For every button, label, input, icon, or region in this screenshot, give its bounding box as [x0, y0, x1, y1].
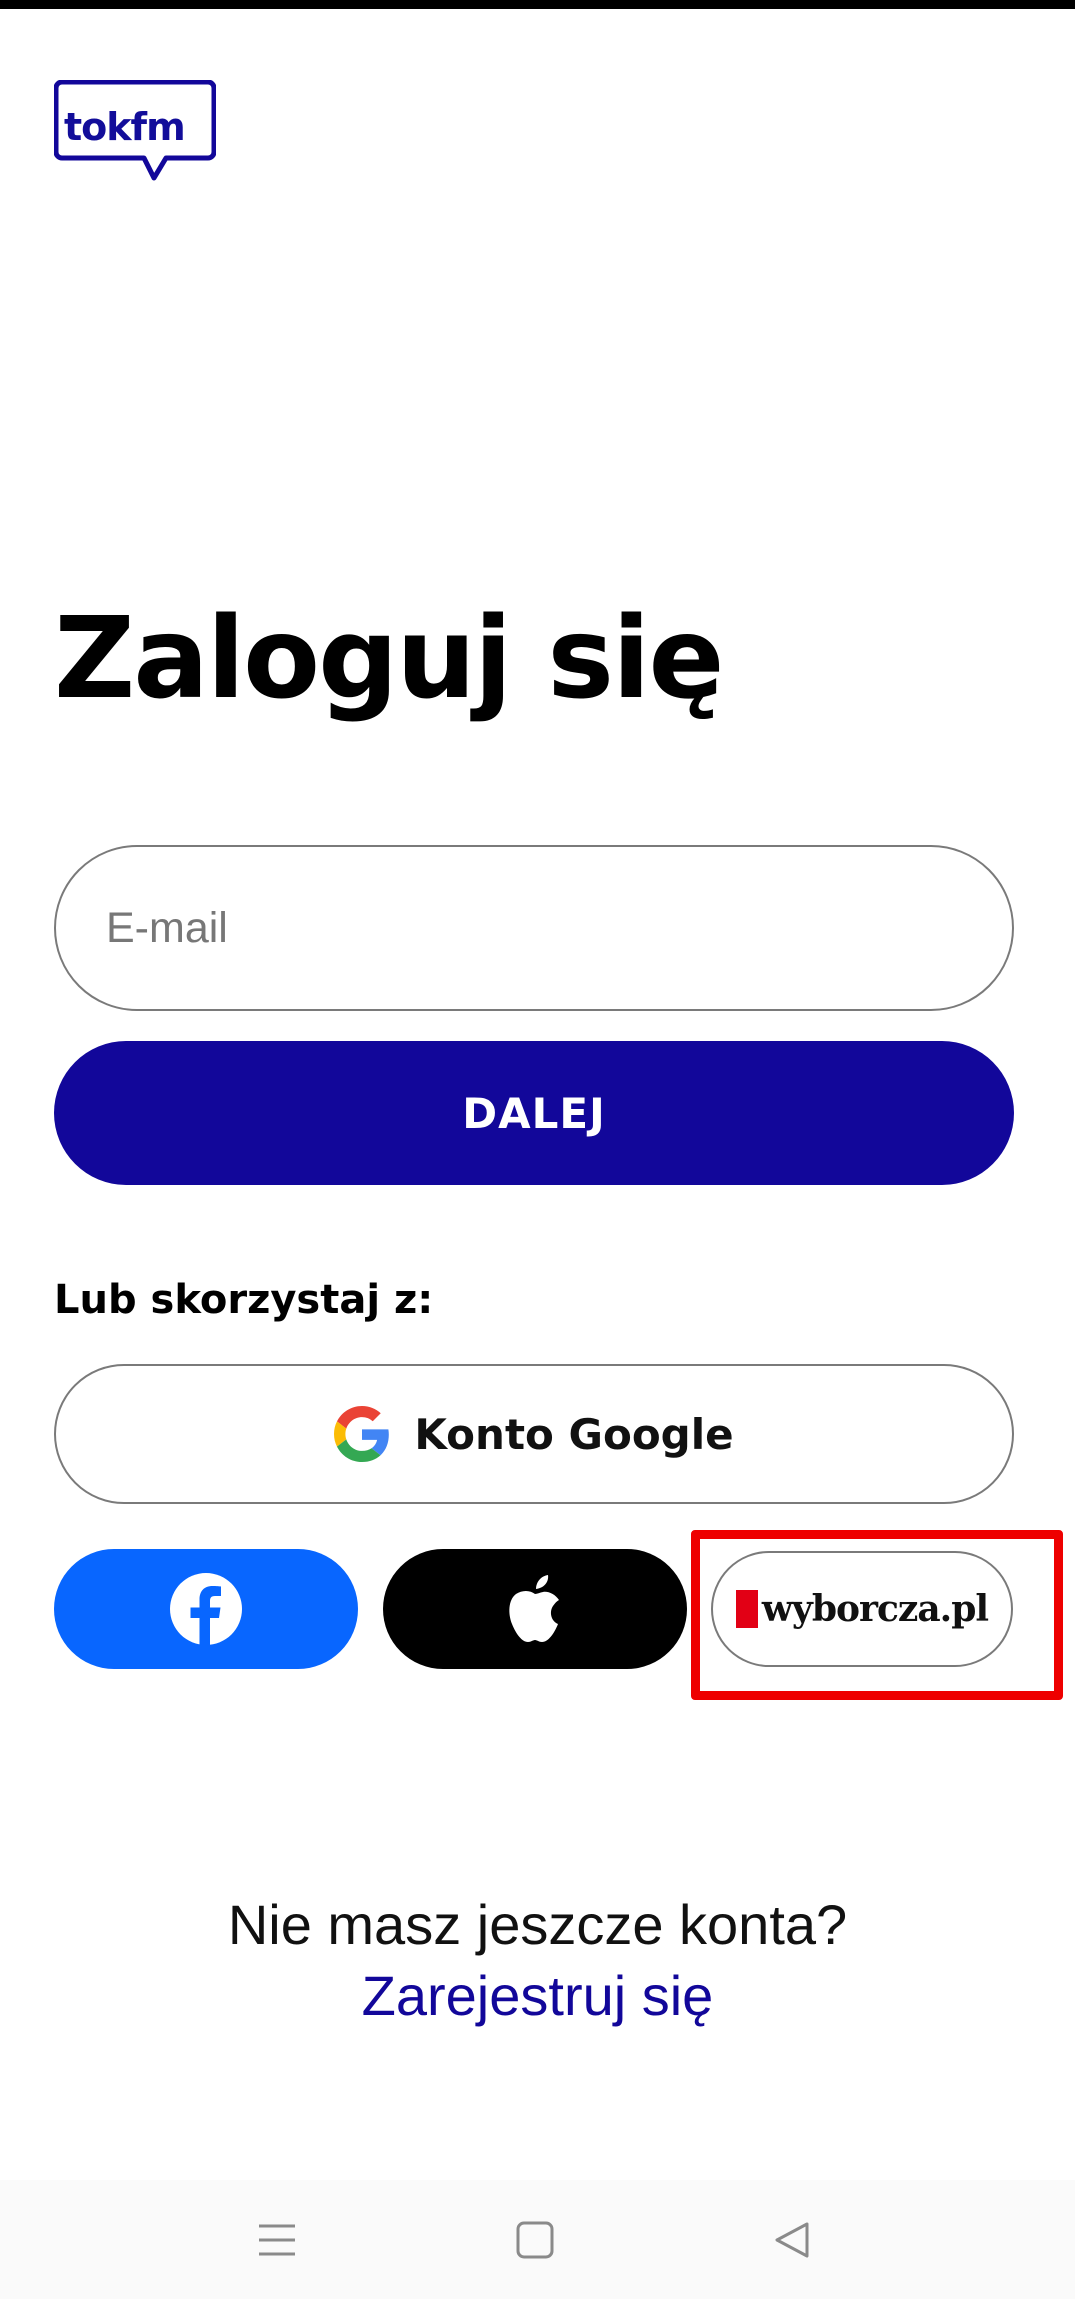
apple-icon [509, 1575, 559, 1642]
tokfm-logo: tokfm [54, 80, 216, 182]
google-login-label: Konto Google [414, 1409, 734, 1459]
google-icon [334, 1406, 390, 1462]
wyborcza-login-button[interactable]: wyborcza.pl [711, 1551, 1013, 1667]
status-bar-strip [0, 0, 1075, 9]
facebook-icon [170, 1573, 242, 1646]
nav-menu-button[interactable] [247, 2210, 307, 2270]
menu-icon [259, 2224, 295, 2256]
logo-text: tokfm [64, 105, 186, 149]
facebook-login-button[interactable] [54, 1549, 358, 1669]
wyborcza-red-mark [735, 1590, 758, 1628]
page-title: Zaloguj się [54, 594, 724, 724]
back-icon [775, 2222, 809, 2258]
nav-home-button[interactable] [505, 2210, 565, 2270]
nav-back-button[interactable] [762, 2210, 822, 2270]
system-navigation-bar [0, 2180, 1075, 2299]
alternative-login-label: Lub skorzystaj z: [54, 1277, 434, 1323]
google-login-button[interactable]: Konto Google [54, 1364, 1014, 1504]
wyborcza-logo-text: wyborcza.pl [761, 1588, 989, 1630]
signup-link[interactable]: Zarejestruj się [0, 1968, 1075, 2024]
apple-login-button[interactable] [383, 1549, 687, 1669]
continue-button[interactable]: DALEJ [54, 1041, 1014, 1185]
continue-button-label: DALEJ [462, 1088, 606, 1138]
home-icon [516, 2221, 554, 2259]
email-field[interactable] [54, 845, 1014, 1011]
signup-question: Nie masz jeszcze konta? [227, 1893, 848, 1956]
email-input[interactable] [56, 847, 1012, 1009]
